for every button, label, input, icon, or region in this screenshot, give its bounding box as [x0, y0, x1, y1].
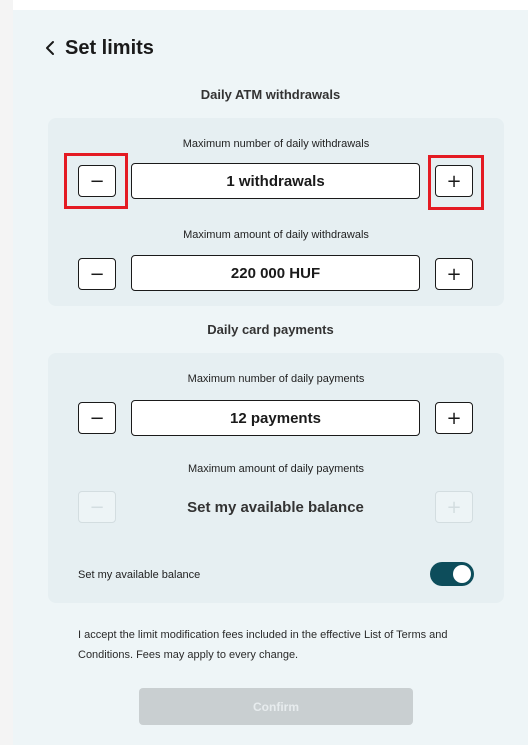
left-gutter [0, 0, 13, 745]
payments-count-increase-button[interactable]: + [435, 402, 473, 434]
atm-amount-decrease-button[interactable]: − [78, 258, 116, 290]
toggle-knob [453, 565, 471, 583]
back-navigation[interactable]: Set limits [45, 36, 154, 60]
payments-amount-increase-button[interactable]: + [435, 491, 473, 523]
chevron-left-icon[interactable] [45, 40, 55, 56]
atm-count-increase-button[interactable]: + [435, 165, 473, 197]
card-payments-section-title: Daily card payments [207, 322, 334, 337]
atm-count-value[interactable]: 1 withdrawals [131, 163, 420, 199]
payments-count-value[interactable]: 12 payments [131, 400, 420, 436]
atm-count-decrease-button[interactable]: − [78, 165, 116, 197]
payments-amount-value: Set my available balance [187, 498, 364, 516]
payments-amount-label: Maximum amount of daily payments [187, 463, 365, 475]
atm-limits-card: Maximum number of daily withdrawals − 1 … [48, 118, 504, 306]
atm-section-title: Daily ATM withdrawals [200, 87, 341, 102]
payments-count-label: Maximum number of daily payments [187, 373, 365, 385]
terms-text: I accept the limit modification fees inc… [78, 629, 448, 661]
atm-amount-value[interactable]: 220 000 HUF [131, 255, 420, 291]
atm-amount-label: Maximum amount of daily withdrawals [183, 229, 369, 241]
available-balance-toggle-label: Set my available balance [78, 569, 201, 581]
top-band [0, 0, 528, 10]
card-payments-card: Maximum number of daily payments − 12 pa… [48, 353, 504, 603]
payments-count-decrease-button[interactable]: − [78, 402, 116, 434]
atm-amount-increase-button[interactable]: + [435, 258, 473, 290]
page-title: Set limits [65, 36, 154, 59]
payments-amount-decrease-button[interactable]: − [78, 491, 116, 523]
available-balance-toggle[interactable] [430, 562, 474, 586]
atm-count-label: Maximum number of daily withdrawals [182, 138, 370, 150]
confirm-button[interactable]: Confirm [139, 688, 413, 725]
